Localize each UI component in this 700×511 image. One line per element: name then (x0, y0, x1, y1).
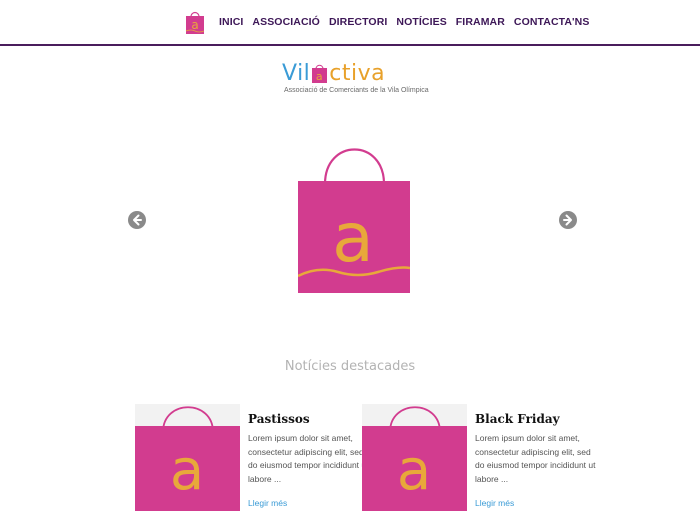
nav-item-associacio[interactable]: ASSOCIACIÓ (252, 16, 320, 28)
nav-item-firamar[interactable]: FIRAMAR (456, 16, 505, 28)
news-card: a Black Friday Lorem ipsum dolor sit ame… (362, 404, 602, 511)
bag-a-logo-icon[interactable]: a (185, 9, 205, 35)
top-navigation: a INICI ASSOCIACIÓ DIRECTORI NOTÍCIES FI… (0, 0, 700, 46)
read-more-link[interactable]: Llegir més (248, 498, 287, 508)
nav-menu: INICI ASSOCIACIÓ DIRECTORI NOTÍCIES FIRA… (219, 16, 598, 28)
news-card: a Pastissos Lorem ipsum dolor sit amet, … (135, 404, 375, 511)
brand-subtitle: Associació de Comerciants de la Vila Olí… (284, 87, 429, 94)
shopping-bag-a-icon: a (298, 148, 410, 293)
brand-bag-icon: a (312, 64, 328, 83)
read-more-link[interactable]: Llegir més (475, 498, 514, 508)
nav-item-directori[interactable]: DIRECTORI (329, 16, 387, 28)
news-card-title[interactable]: Black Friday (475, 412, 560, 426)
svg-text:a: a (170, 438, 204, 503)
nav-item-inici[interactable]: INICI (219, 16, 243, 28)
news-card-image[interactable]: a (362, 404, 467, 511)
arrow-left-icon[interactable] (128, 211, 146, 229)
svg-text:a: a (397, 438, 431, 503)
nav-item-noticies[interactable]: NOTÍCIES (396, 16, 446, 28)
news-card-excerpt: Lorem ipsum dolor sit amet, consectetur … (248, 433, 369, 484)
brand-word-vil: Vil (282, 61, 311, 86)
shopping-bag-a-icon: a (135, 406, 240, 511)
svg-text:a: a (332, 199, 374, 278)
news-card-title[interactable]: Pastissos (248, 412, 310, 426)
hero-slider: a (0, 110, 700, 340)
brand-wordmark: Vil a ctiva (282, 60, 385, 86)
featured-news-title: Notícies destacades (284, 359, 416, 374)
brand-logo[interactable]: Vil a ctiva Associació de Comerciants de… (282, 60, 429, 100)
shopping-bag-a-icon: a (362, 406, 467, 511)
news-card-excerpt: Lorem ipsum dolor sit amet, consectetur … (475, 433, 596, 484)
arrow-right-icon[interactable] (559, 211, 577, 229)
brand-word-activa: ctiva (329, 61, 386, 86)
brand-word-a: a (316, 70, 323, 83)
news-card-image[interactable]: a (135, 404, 240, 511)
nav-item-contactans[interactable]: CONTACTA'NS (514, 16, 590, 28)
